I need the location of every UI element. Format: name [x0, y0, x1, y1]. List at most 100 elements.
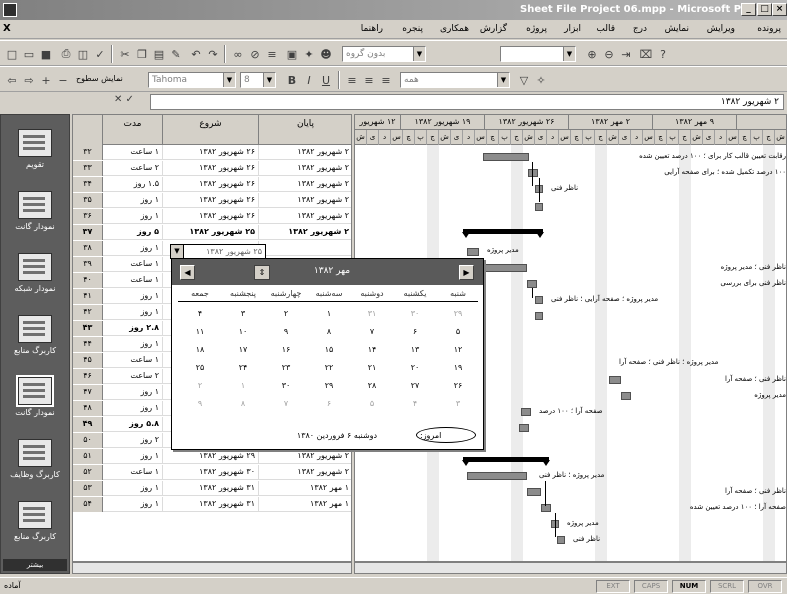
calendar-day[interactable]: ۱ — [307, 307, 351, 321]
calendar-day[interactable]: ۵ — [350, 397, 394, 411]
split-icon[interactable]: ⇕ — [254, 265, 270, 280]
previous-month-button[interactable]: ◀ — [180, 265, 195, 280]
row-id[interactable]: ۴۷ — [73, 385, 103, 400]
italic-button[interactable]: I — [301, 72, 317, 88]
calendar-day[interactable]: ۱۴ — [350, 343, 394, 357]
calendar-day[interactable]: ۱۰ — [221, 325, 265, 339]
next-month-button[interactable]: ▶ — [459, 265, 474, 280]
calendar-day[interactable]: ۱۹ — [436, 361, 480, 375]
zoom-in-icon[interactable]: ⊕ — [584, 46, 600, 62]
calendar-day[interactable]: ۲۵ — [178, 361, 222, 375]
save-icon[interactable]: ■ — [38, 46, 54, 62]
preview-icon[interactable]: ◫ — [75, 46, 91, 62]
duration-cell[interactable]: ۱ ساعت — [103, 465, 163, 480]
assign-icon[interactable]: ☻ — [318, 46, 334, 62]
calendar-day[interactable]: ۲۷ — [393, 379, 437, 393]
finish-cell[interactable]: ۲ شهریور ۱۳۸۲ — [259, 449, 351, 464]
finish-cell[interactable]: ۲ شهریور ۱۳۸۲ — [259, 465, 351, 480]
align-left-icon[interactable]: ≡ — [344, 72, 360, 88]
calendar-day[interactable]: ۳۰ — [393, 307, 437, 321]
duration-cell[interactable]: ۱ روز — [103, 401, 163, 416]
autofilter-icon[interactable]: ▽ — [516, 72, 532, 88]
finish-cell[interactable] — [259, 241, 351, 256]
view-calendar[interactable]: تقویم — [1, 129, 69, 169]
task-bar[interactable] — [467, 248, 479, 256]
calendar-day[interactable]: ۱۶ — [264, 343, 308, 357]
table-row[interactable]: ۳۳ ۲ ساعت ۲۶ شهریور ۱۳۸۲ ۲ شهریور ۱۳۸۲ — [73, 161, 351, 176]
bold-button[interactable]: B — [284, 72, 300, 88]
column-header-finish[interactable]: پایان — [259, 115, 351, 145]
table-horizontal-scrollbar[interactable] — [72, 562, 352, 574]
menu-collaborate[interactable]: همکاری — [440, 24, 469, 34]
duration-cell[interactable]: ۱ روز — [103, 337, 163, 352]
task-bar[interactable] — [557, 536, 565, 544]
row-id[interactable]: ۳۲ — [73, 145, 103, 160]
start-date-edit-cell[interactable]: ▼ ۲۵ شهریور ۱۳۸۲ — [170, 244, 266, 259]
zoom-out-icon[interactable]: ⊖ — [601, 46, 617, 62]
font-combo[interactable]: Tahoma ▼ — [148, 72, 236, 88]
table-row[interactable]: ۳۲ ۱ ساعت ۲۶ شهریور ۱۳۸۲ ۲ شهریور ۱۳۸۲ — [73, 145, 351, 160]
align-right-icon[interactable]: ≡ — [378, 72, 394, 88]
table-row[interactable]: ۳۷ ۵ روز ۲۵ شهریور ۱۳۸۲ ۲ شهریور ۱۳۸۲ — [73, 225, 351, 240]
calendar-day[interactable]: ۷ — [264, 397, 308, 411]
row-id[interactable]: ۳۳ — [73, 161, 103, 176]
start-cell[interactable]: ۳۰ شهریور ۱۳۸۲ — [163, 465, 259, 480]
view-task-sheet[interactable]: کاربرگ وظایف — [1, 439, 69, 479]
row-id[interactable]: ۳۶ — [73, 209, 103, 224]
split-icon[interactable]: ≡ — [264, 46, 280, 62]
copy-picture-icon[interactable]: ⌧ — [638, 46, 654, 62]
app-icon[interactable] — [3, 3, 17, 17]
calendar-day[interactable]: ۳۱ — [350, 307, 394, 321]
view-gantt[interactable]: نمودار گانت — [1, 191, 69, 231]
table-row[interactable]: ۳۶ ۱ روز ۲۶ شهریور ۱۳۸۲ ۲ شهریور ۱۳۸۲ — [73, 209, 351, 224]
task-bar[interactable] — [535, 296, 543, 304]
finish-cell[interactable]: ۱ مهر ۱۳۸۲ — [259, 497, 351, 512]
menu-report[interactable]: گزارش — [480, 24, 507, 34]
calendar-day[interactable]: ۲۰ — [393, 361, 437, 375]
duration-cell[interactable]: ۲ روز — [103, 433, 163, 448]
start-cell[interactable]: ۳۱ شهریور ۱۳۸۲ — [163, 481, 259, 496]
calendar-day[interactable]: ۲۶ — [436, 379, 480, 393]
row-id[interactable]: ۴۶ — [73, 369, 103, 384]
finish-cell[interactable]: ۲ شهریور ۱۳۸۲ — [259, 161, 351, 176]
show-subtasks-icon[interactable]: + — [38, 72, 54, 88]
duration-cell[interactable]: ۲ ساعت — [103, 161, 163, 176]
start-cell[interactable]: ۲۶ شهریور ۱۳۸۲ — [163, 193, 259, 208]
start-cell[interactable]: ۲۹ شهریور ۱۳۸۲ — [163, 449, 259, 464]
calendar-day[interactable]: ۲۱ — [350, 361, 394, 375]
help-icon[interactable]: ? — [655, 46, 671, 62]
calendar-day[interactable]: ۹ — [264, 325, 308, 339]
row-id[interactable]: ۵۰ — [73, 433, 103, 448]
menu-edit[interactable]: ویرایش — [707, 24, 735, 34]
row-id[interactable]: ۴۴ — [73, 337, 103, 352]
task-bar[interactable] — [467, 472, 527, 480]
row-id[interactable]: ۳۴ — [73, 177, 103, 192]
table-row[interactable]: ۵۴ ۱ روز ۳۱ شهریور ۱۳۸۲ ۱ مهر ۱۳۸۲ — [73, 497, 351, 512]
calendar-day[interactable]: ۱۷ — [221, 343, 265, 357]
goto-icon[interactable]: ⇥ — [618, 46, 634, 62]
document-icon[interactable]: X — [3, 23, 11, 34]
menu-window[interactable]: پنجره — [402, 24, 423, 34]
align-center-icon[interactable]: ≡ — [361, 72, 377, 88]
finish-cell[interactable]: ۲ شهریور ۱۳۸۲ — [259, 145, 351, 160]
notes-icon[interactable]: ✦ — [301, 46, 317, 62]
row-id[interactable]: ۵۱ — [73, 449, 103, 464]
task-bar[interactable] — [609, 376, 621, 384]
view-tracking-gantt[interactable]: نمودار گانت — [1, 375, 69, 417]
calendar-day[interactable]: ۲۹ — [307, 379, 351, 393]
menu-project[interactable]: پروژه — [526, 24, 547, 34]
task-bar[interactable] — [527, 280, 537, 288]
start-cell[interactable]: ۳۱ شهریور ۱۳۸۲ — [163, 497, 259, 512]
format-painter-icon[interactable]: ✎ — [168, 46, 184, 62]
duration-cell[interactable]: ۲.۸ روز — [103, 321, 163, 336]
calendar-day[interactable]: ۷ — [350, 325, 394, 339]
table-row[interactable]: ۵۱ ۱ روز ۲۹ شهریور ۱۳۸۲ ۲ شهریور ۱۳۸۲ — [73, 449, 351, 464]
view-usage[interactable]: کاربرگ منابع — [1, 501, 69, 541]
copy-icon[interactable]: ❐ — [134, 46, 150, 62]
calendar-day[interactable]: ۲۳ — [264, 361, 308, 375]
calendar-day[interactable]: ۹ — [178, 397, 222, 411]
duration-cell[interactable]: ۱ ساعت — [103, 273, 163, 288]
task-bar[interactable] — [477, 264, 527, 272]
duration-cell[interactable]: ۱ روز — [103, 193, 163, 208]
calendar-day[interactable]: ۱۱ — [178, 325, 222, 339]
